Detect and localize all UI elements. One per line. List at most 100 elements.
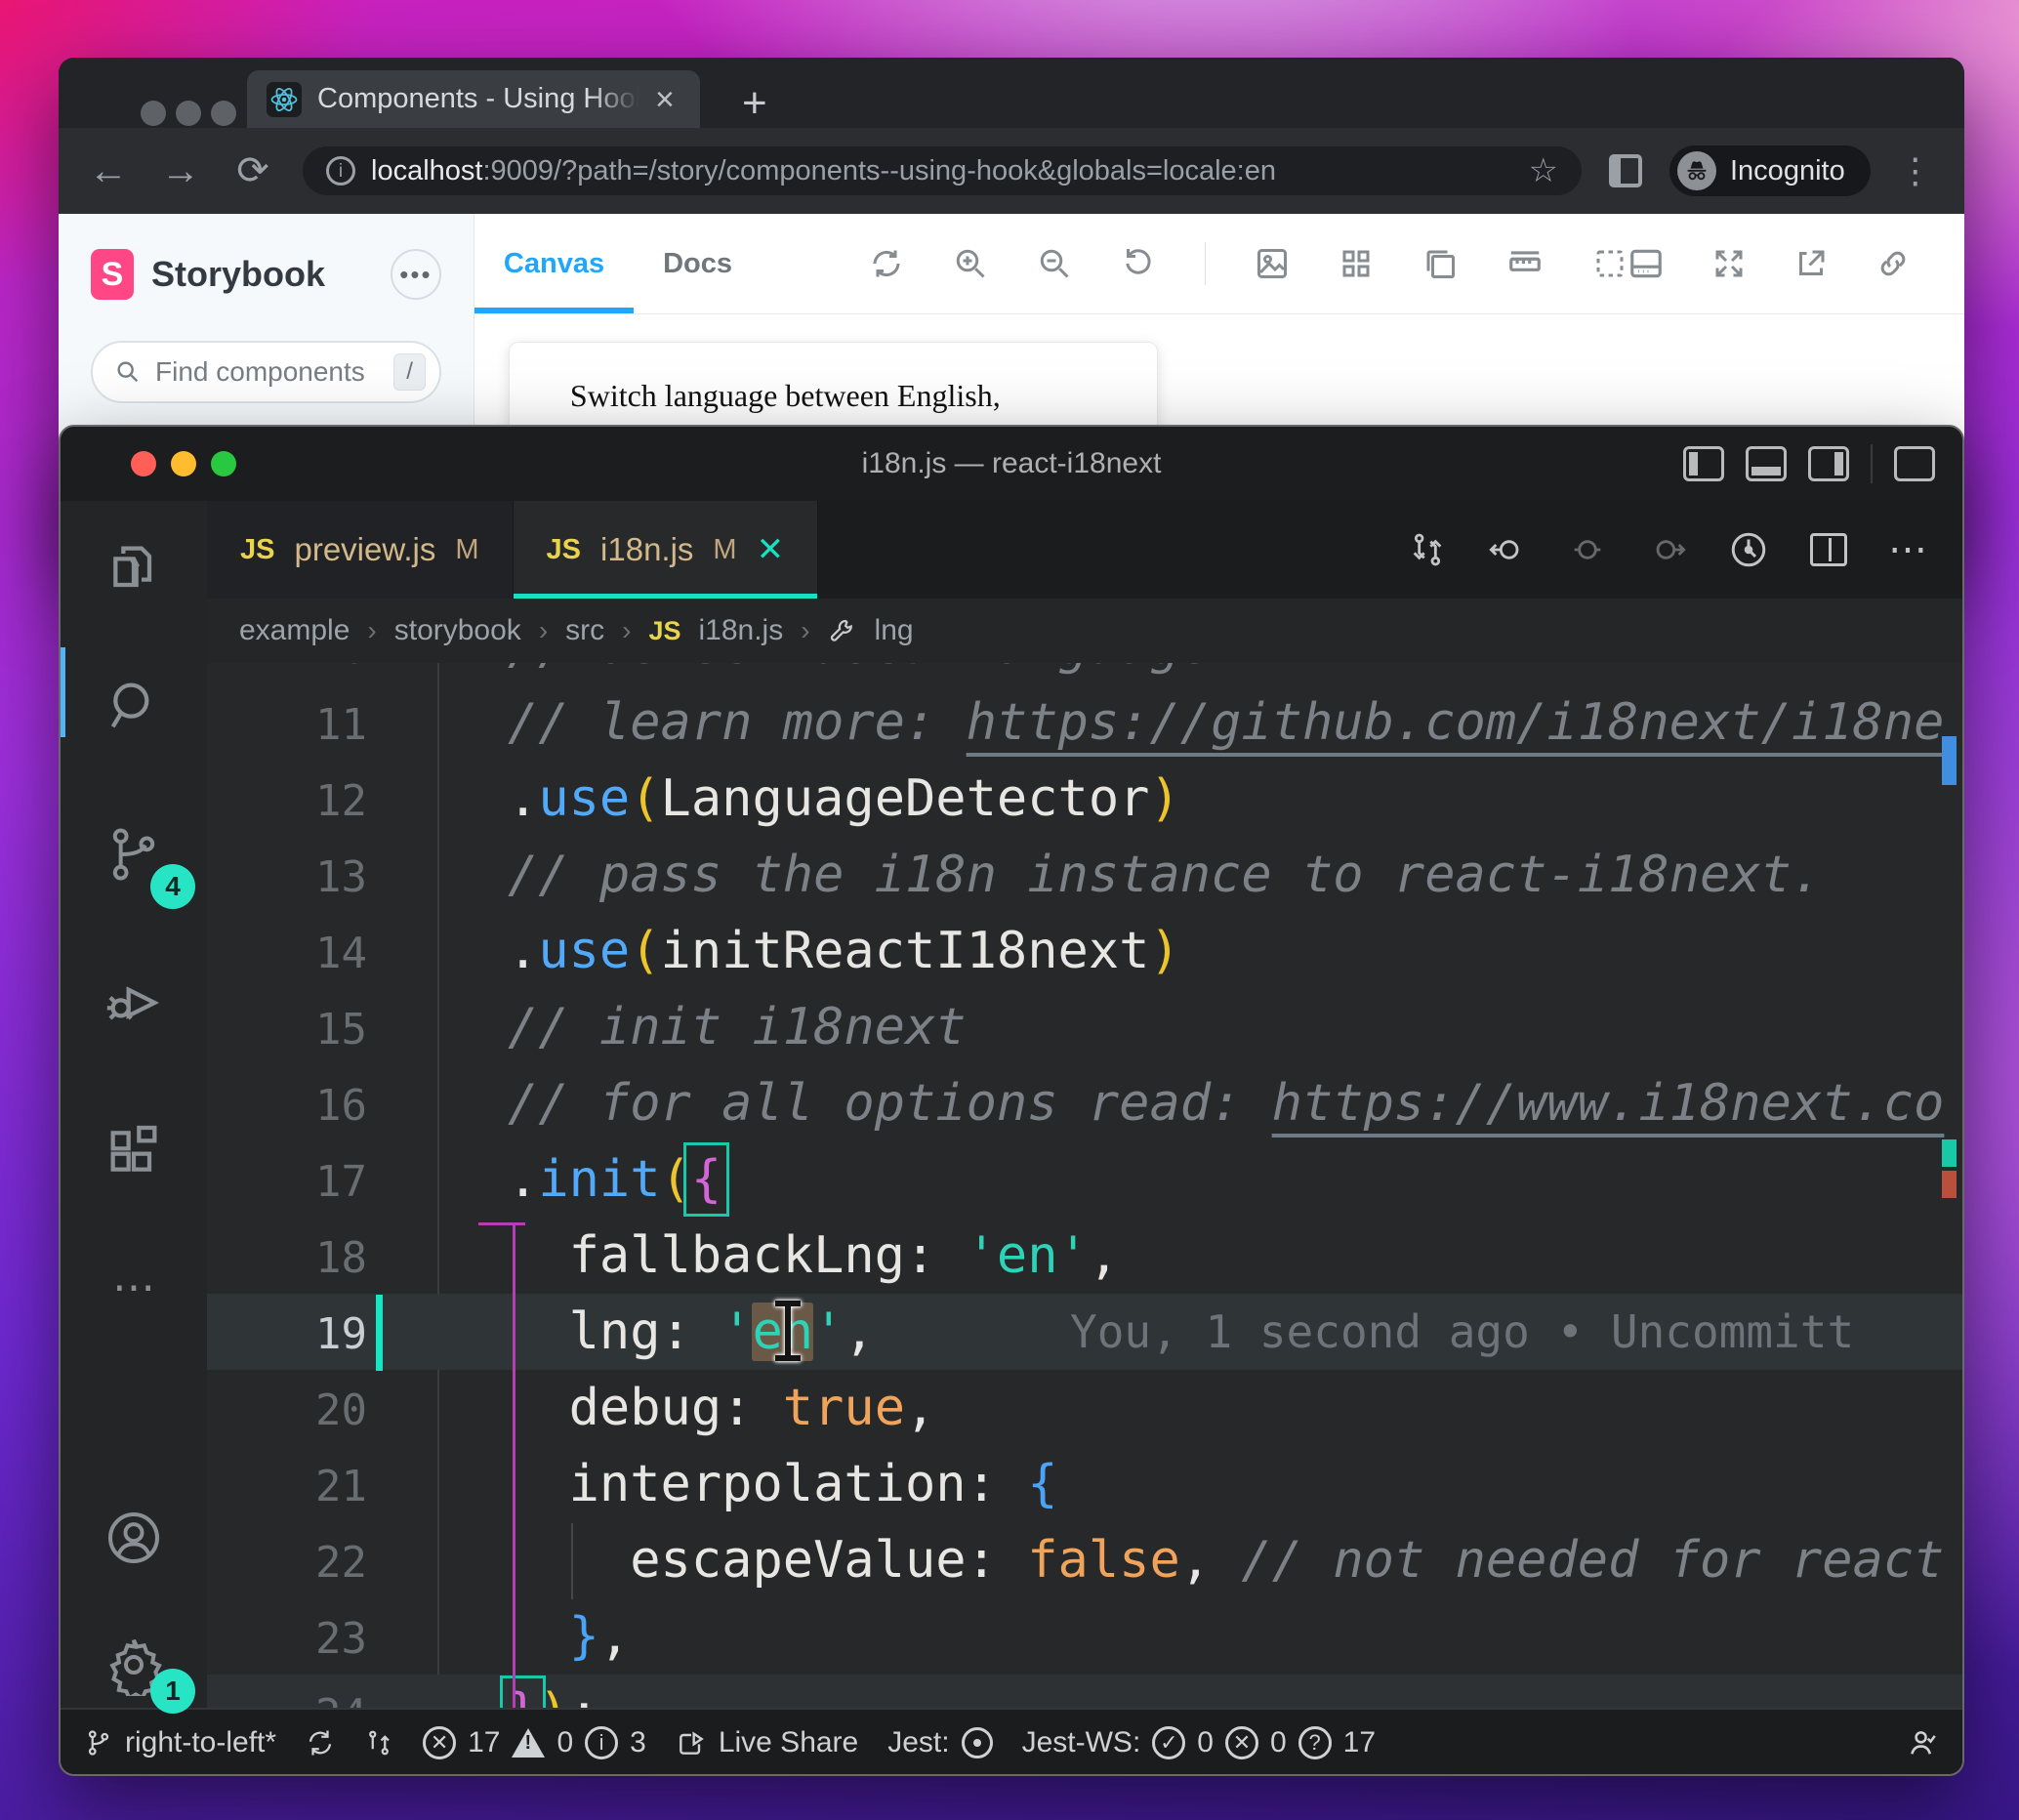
code-line-11[interactable]: 11// learn more: https://github.com/i18n…: [207, 684, 1962, 761]
grid-icon[interactable]: [1339, 246, 1374, 281]
window-zoom-icon[interactable]: [211, 451, 236, 476]
browser-tab-strip: Components - Using Hook · St × +: [59, 58, 1964, 128]
unknown-icon: ?: [1298, 1726, 1332, 1759]
toolbar-divider: [1205, 242, 1206, 285]
breadcrumb-item[interactable]: i18n.js: [699, 614, 784, 647]
code-line-16[interactable]: 16// for all options read: https://www.i…: [207, 1065, 1962, 1141]
breadcrumb-item[interactable]: lng: [875, 614, 914, 647]
symbol-wrench-icon: [830, 619, 852, 641]
site-info-icon[interactable]: i: [326, 156, 355, 186]
open-new-tab-icon[interactable]: [1793, 246, 1829, 281]
window-minimize-icon[interactable]: [176, 101, 201, 126]
breadcrumb-item[interactable]: example: [239, 614, 350, 647]
vscode-window-title: i18n.js — react-i18next: [861, 447, 1162, 479]
window-minimize-icon[interactable]: [171, 451, 196, 476]
code-line-23[interactable]: 23 },: [207, 1598, 1962, 1675]
address-bar[interactable]: i localhost:9009/?path=/story/components…: [303, 146, 1582, 195]
toggle-secondary-sidebar-icon[interactable]: [1808, 446, 1849, 481]
tab-i18n-js[interactable]: JS i18n.js M ✕: [513, 501, 819, 599]
jest-item[interactable]: Jest:: [887, 1726, 993, 1759]
nav-circle-icon: [1568, 530, 1607, 569]
compare-item[interactable]: [364, 1728, 393, 1758]
customize-layout-icon[interactable]: [1894, 446, 1935, 481]
side-panel-icon[interactable]: [1609, 154, 1642, 187]
account-icon[interactable]: [103, 1507, 165, 1569]
storybook-brand: Storybook: [151, 254, 326, 294]
jest-ws-item[interactable]: Jest-WS: ✓ 0 ✕ 0 ? 17: [1022, 1726, 1376, 1759]
new-tab-icon[interactable]: +: [742, 79, 767, 128]
line-number: 16: [315, 1081, 367, 1131]
sync-changes-item[interactable]: [306, 1728, 335, 1758]
viewport-icon[interactable]: [1422, 246, 1458, 281]
toggle-panel-icon[interactable]: [1746, 446, 1787, 481]
live-share-item[interactable]: Live Share: [676, 1726, 858, 1759]
line-number: 24: [207, 1677, 367, 1708]
line-number: 11: [315, 700, 367, 750]
navigate-forward-icon: [1648, 530, 1687, 569]
fullscreen-icon[interactable]: [1711, 246, 1747, 281]
feedback-person-item[interactable]: [1906, 1726, 1939, 1759]
code-editor[interactable]: 10// detect user language11// learn more…: [207, 663, 1962, 1708]
code-line-13[interactable]: 13// pass the i18n instance to react-i18…: [207, 837, 1962, 913]
toggle-sidebar-icon[interactable]: [1683, 446, 1724, 481]
live-share-icon: [679, 1731, 704, 1755]
info-icon: i: [585, 1726, 619, 1759]
window-close-icon[interactable]: [141, 101, 166, 126]
code-line-17[interactable]: 17 .init({: [207, 1141, 1962, 1218]
tab-preview-js[interactable]: JS preview.js M: [207, 501, 514, 599]
extensions-icon[interactable]: [103, 1120, 165, 1182]
open-changes-icon[interactable]: [1408, 530, 1447, 569]
incognito-badge: Incognito: [1669, 145, 1871, 196]
code-line-20[interactable]: 20 debug: true,: [207, 1370, 1962, 1446]
code-line-18[interactable]: 18 fallbackLng: 'en',: [207, 1218, 1962, 1294]
copy-link-icon[interactable]: [1875, 246, 1911, 281]
window-close-icon[interactable]: [131, 451, 156, 476]
close-tab-icon[interactable]: ✕: [757, 530, 785, 569]
remount-icon[interactable]: [869, 246, 904, 281]
code-line-22[interactable]: 22 escapeValue: false, // not needed for…: [207, 1522, 1962, 1598]
code-line-21[interactable]: 21 interpolation: {: [207, 1446, 1962, 1522]
reset-zoom-icon[interactable]: [1121, 246, 1156, 281]
code-line-14[interactable]: 14 .use(initReactI18next): [207, 913, 1962, 989]
window-zoom-icon[interactable]: [211, 101, 236, 126]
storybook-search-input[interactable]: Find components /: [91, 341, 441, 403]
breadcrumb[interactable]: example › storybook › src › JS i18n.js ›…: [207, 599, 1962, 663]
storybook-menu-button[interactable]: •••: [390, 249, 441, 300]
search-icon[interactable]: [103, 675, 165, 737]
tab-canvas[interactable]: Canvas: [474, 214, 635, 313]
forward-icon[interactable]: →: [158, 149, 203, 193]
browser-tab[interactable]: Components - Using Hook · St ×: [247, 70, 700, 128]
code-line-10[interactable]: 10// detect user language: [207, 663, 1962, 684]
browser-menu-icon[interactable]: ⋮: [1898, 150, 1933, 191]
explorer-icon[interactable]: [103, 538, 165, 600]
code-line-19[interactable]: 19 lng: 'en', You, 1 second ago • Uncommi…: [207, 1294, 1962, 1370]
tab-docs[interactable]: Docs: [634, 214, 762, 313]
bookmark-star-icon[interactable]: ☆: [1529, 151, 1558, 190]
activity-active-indicator: [61, 647, 65, 737]
background-icon[interactable]: [1255, 246, 1290, 281]
more-views-icon[interactable]: ⋯: [103, 1266, 165, 1331]
breadcrumb-item[interactable]: storybook: [394, 614, 521, 647]
git-branch-item[interactable]: right-to-left*: [84, 1726, 276, 1759]
errors-icon: ✕: [423, 1726, 457, 1759]
vscode-titlebar[interactable]: i18n.js — react-i18next: [61, 427, 1962, 501]
code-line-24[interactable]: 24});: [207, 1675, 1962, 1708]
split-editor-icon[interactable]: [1810, 533, 1847, 566]
problems-item[interactable]: ✕ 17 0 i 3: [423, 1726, 646, 1759]
breadcrumb-item[interactable]: src: [565, 614, 604, 647]
reload-icon[interactable]: ⟳: [230, 148, 275, 193]
outline-icon[interactable]: [1592, 246, 1628, 281]
bracket-guide: [513, 1222, 515, 1708]
zoom-in-icon[interactable]: [953, 246, 988, 281]
run-debug-icon[interactable]: [103, 972, 165, 1034]
code-line-12[interactable]: 12 .use(LanguageDetector): [207, 761, 1962, 837]
zoom-out-icon[interactable]: [1037, 246, 1072, 281]
measure-icon[interactable]: [1506, 245, 1544, 282]
navigate-back-icon[interactable]: [1488, 530, 1527, 569]
back-icon[interactable]: ←: [86, 149, 131, 193]
addons-panel-icon[interactable]: [1628, 245, 1665, 282]
code-line-15[interactable]: 15// init i18next: [207, 989, 1962, 1065]
timeline-icon[interactable]: [1728, 529, 1769, 570]
tab-close-icon[interactable]: ×: [655, 83, 675, 116]
editor-more-actions-icon[interactable]: ⋯: [1888, 527, 1927, 572]
